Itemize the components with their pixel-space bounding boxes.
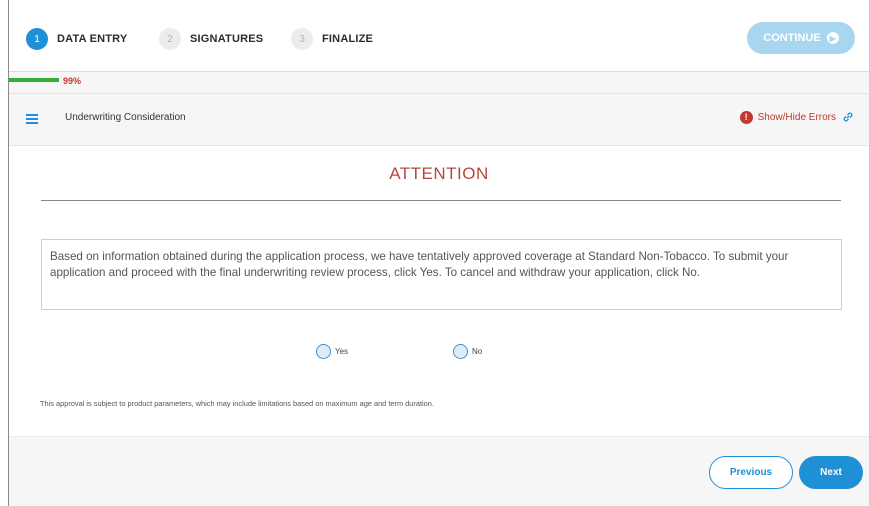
section-header: Underwriting Consideration ! Show/Hide E… (9, 94, 869, 146)
link-icon (843, 112, 853, 122)
step-finalize[interactable]: 3 FINALIZE (291, 28, 373, 50)
previous-button[interactable]: Previous (709, 456, 793, 489)
errors-label: Show/Hide Errors (757, 111, 836, 123)
show-hide-errors-link[interactable]: ! Show/Hide Errors (739, 110, 855, 124)
progress-percent: 99% (63, 76, 82, 86)
step-label: DATA ENTRY (57, 33, 128, 45)
continue-label: CONTINUE (763, 32, 821, 44)
step-label: SIGNATURES (190, 33, 264, 45)
step-number: 2 (159, 28, 181, 50)
radio-label: No (472, 347, 483, 356)
heading-divider (41, 200, 841, 201)
footer-bar: Previous Next (9, 436, 869, 506)
next-button[interactable]: Next (799, 456, 863, 489)
radio-no[interactable]: No (453, 344, 482, 359)
radio-button[interactable] (316, 344, 331, 359)
progress-fill (9, 78, 59, 82)
progress-bar (9, 78, 59, 82)
approval-disclaimer: This approval is subject to product para… (40, 399, 434, 408)
radio-yes[interactable]: Yes (316, 344, 348, 359)
progress-row: 99% (9, 72, 869, 94)
attention-heading: ATTENTION (389, 164, 489, 183)
arrow-right-circle-icon: ▶ (826, 32, 839, 44)
step-number: 1 (26, 28, 48, 50)
radio-button[interactable] (453, 344, 468, 359)
hamburger-menu-icon[interactable] (26, 114, 38, 124)
exclamation-circle-icon: ! (739, 110, 753, 124)
step-data-entry[interactable]: 1 DATA ENTRY (26, 28, 127, 50)
step-label: FINALIZE (322, 33, 374, 45)
continue-button[interactable]: CONTINUE ▶ (747, 22, 855, 54)
section-title: Underwriting Consideration (65, 112, 186, 123)
radio-label: Yes (335, 347, 349, 356)
step-progress-bar: 1 DATA ENTRY 2 SIGNATURES 3 FINALIZE CON… (9, 0, 869, 72)
application-frame: 1 DATA ENTRY 2 SIGNATURES 3 FINALIZE CON… (8, 0, 870, 506)
approval-notice: Based on information obtained during the… (41, 239, 842, 310)
step-number: 3 (291, 28, 313, 50)
step-signatures[interactable]: 2 SIGNATURES (159, 28, 263, 50)
